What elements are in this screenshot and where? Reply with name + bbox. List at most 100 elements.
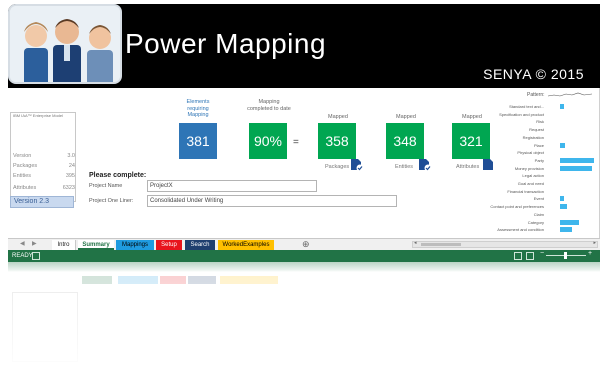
pattern-row: Risk [488,118,598,125]
pattern-row-label: Registration [522,134,544,140]
version-badge: Version 2.3 [10,196,74,208]
scrollbar-thumb[interactable] [421,243,461,246]
pattern-row-label: Standard text and... [509,104,544,109]
pattern-row: Party [488,157,598,164]
model-row-label: Entities [13,173,32,179]
copyright-label: SENYA © 2015 [483,66,584,82]
model-title: IBM IAA™ Enterprise Model [13,113,64,118]
entities-sub-label: Entities [395,164,414,170]
zoom-in-icon[interactable]: + [588,250,592,257]
horizontal-scrollbar[interactable]: ◂ ▸ [412,240,598,248]
macro-record-icon[interactable] [32,252,40,260]
entities-header: Mapped [396,114,416,120]
tab-workedexamples[interactable]: WorkedExamples [218,240,274,250]
project-name-label: Project Name [89,183,123,189]
model-row-value: 6323 [62,185,75,191]
pattern-row-label: Risk [536,119,544,125]
pattern-row-label: Event [533,196,544,202]
excel-window: Power Mapping SENYA © 2015 IBM IAA™ Ente… [0,0,600,376]
pattern-label: Pattern: [527,92,545,98]
pattern-row-label: Place [533,142,544,148]
tab-search[interactable]: Search [185,240,215,250]
team-illustration [10,6,120,82]
pattern-bar [560,157,594,163]
packages-sub-label: Packages [325,164,350,170]
pattern-row: Money provision [488,165,598,172]
packages-header: Mapped [328,114,348,120]
pattern-row: Registration [488,134,598,141]
requiring-label: Elements requiring Mapping [186,99,210,118]
app-title: Power Mapping [125,28,327,59]
pattern-row-label: Financial transaction [507,188,544,194]
requiring-value: 381 [179,123,217,159]
tab-summary[interactable]: Summary [78,240,114,250]
model-row-value: 24 [68,163,75,169]
pattern-row: Contact point and preferences [488,203,598,210]
scroll-tabs-right-icon[interactable]: ▶ [32,240,37,247]
scroll-left-icon[interactable]: ◂ [414,240,417,246]
pattern-bar [560,196,564,202]
reflection-effect [8,262,600,376]
zoom-out-icon[interactable]: − [540,250,544,257]
packages-document-icon[interactable] [350,158,364,172]
model-row-label: Version [13,153,32,159]
pattern-row: Financial transaction [488,188,598,195]
pattern-row: Event [488,195,598,202]
pattern-row-label: Request [529,127,544,133]
zoom-slider-thumb[interactable] [564,252,567,259]
model-row: Entities 395 [13,173,75,179]
pattern-row-label: Specification and product [499,111,544,117]
pattern-row: Specification and product [488,111,598,118]
pattern-row: Claim [488,211,598,218]
packages-value: 358 [318,123,356,159]
status-bar: READY − + [8,250,600,262]
pattern-row-label: Category [527,219,544,225]
pattern-bar [560,142,565,148]
attributes-header: Mapped [462,114,482,120]
pattern-row-label: Party [534,157,544,163]
model-row-value: 395 [65,173,75,179]
pattern-row: Physical object [488,149,598,156]
team-photo-logo [8,4,122,84]
tab-mappings[interactable]: Mappings [116,240,154,250]
pattern-row: Standard text and... [488,103,598,110]
scroll-right-icon[interactable]: ▸ [593,240,596,246]
sheet-tab-bar: ◀ ▶ Intro Summary Mappings Setup Search Worke… [8,238,600,250]
tab-intro[interactable]: Intro [52,240,76,250]
scroll-tabs-left-icon[interactable]: ◀ [20,240,25,247]
pattern-row-label: Money provision [514,165,544,171]
model-row-value: 3.0 [67,153,75,159]
pattern-bar [560,219,579,225]
completed-label: Mapping completed to date [247,99,291,112]
pattern-row-label: Goal and need [517,181,544,186]
page-layout-icon[interactable] [514,252,522,260]
attributes-value: 321 [452,123,490,159]
reflection-fade [8,262,600,376]
status-ready-text: READY [12,253,33,259]
add-sheet-icon[interactable]: ⊕ [302,239,310,250]
please-complete-heading: Please complete: [89,172,147,179]
normal-view-icon[interactable] [526,252,534,260]
project-one-liner-input[interactable]: Consolidated Under Writing [147,195,397,207]
pattern-bar [560,204,567,210]
pattern-row-label: Claim [533,211,544,217]
entities-value: 348 [386,123,424,159]
project-name-input[interactable]: ProjectX [147,180,317,192]
pattern-bar [560,165,592,171]
pattern-row-label: Physical object [517,150,544,156]
model-row: Version 3.0 [13,153,75,159]
pattern-row: Goal and need [488,180,598,187]
pattern-bar [560,104,564,109]
pattern-row-label: Legal action [522,173,544,179]
project-one-liner-label: Project One Liner: [89,198,134,204]
completed-value: 90% [249,123,287,159]
pattern-row: Request [488,126,598,133]
model-row-label: Packages [13,163,38,169]
tab-setup[interactable]: Setup [156,240,182,250]
pattern-row-label: Assessment and condition [497,227,544,233]
model-row-label: Attributes [13,185,37,191]
entities-document-icon[interactable] [418,158,432,172]
pattern-bar [560,227,572,233]
pattern-sparkline [548,92,592,97]
pattern-row: Place [488,142,598,149]
